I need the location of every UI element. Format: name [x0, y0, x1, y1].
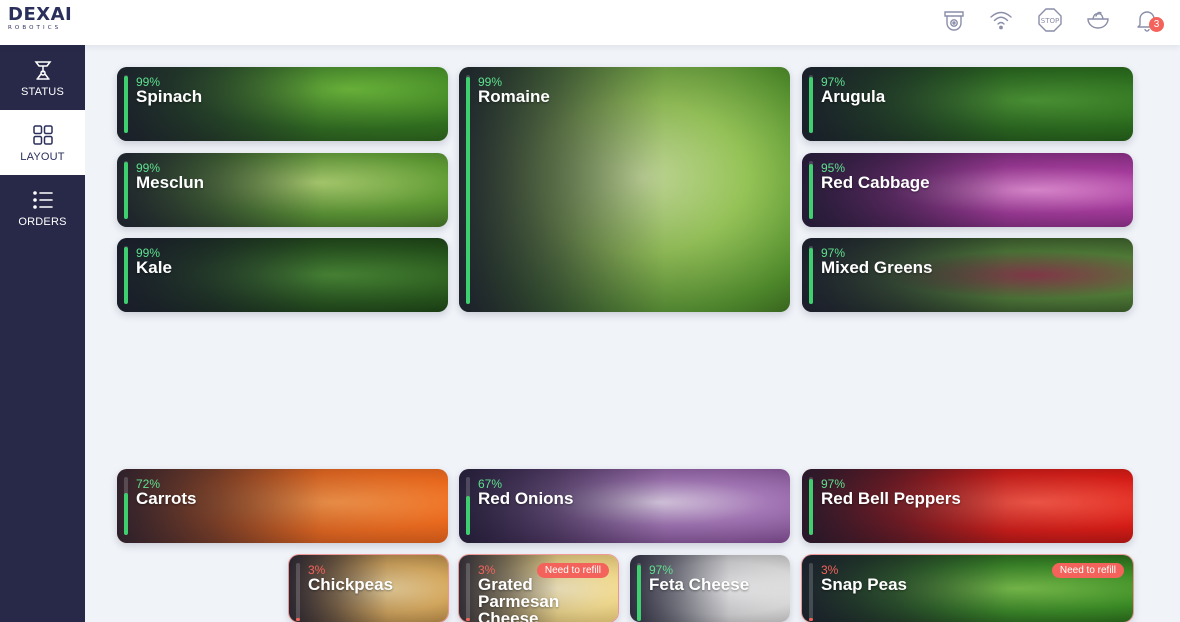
bin-name: Kale	[136, 258, 172, 277]
bell-icon[interactable]: 3	[1134, 7, 1164, 33]
bin-name: Arugula	[821, 87, 886, 106]
fill-level-bar	[124, 246, 128, 304]
fill-level-bar	[296, 563, 300, 621]
bin-name: Chickpeas	[308, 575, 394, 594]
robot-icon[interactable]	[941, 7, 967, 33]
sidebar-item-layout[interactable]: LAYOUT	[0, 110, 85, 175]
notification-badge: 3	[1149, 17, 1164, 32]
bin-mixed-greens[interactable]: 97% Mixed Greens	[802, 238, 1133, 312]
need-refill-badge: Need to refill	[1051, 563, 1124, 578]
fill-level-bar	[466, 75, 470, 304]
bin-name: Mesclun	[136, 173, 205, 192]
bin-chickpeas[interactable]: 3% Chickpeas	[289, 555, 448, 622]
bin-grated-parmesan-cheese[interactable]: 3% Grated Parmesan Cheese Need to refill	[459, 555, 618, 622]
bin-kale[interactable]: 99% Kale	[117, 238, 448, 312]
fill-level-indicator	[809, 618, 813, 621]
fill-level-indicator	[809, 479, 813, 535]
fill-level-indicator	[466, 496, 470, 535]
fill-level-bar	[637, 563, 641, 621]
bin-carrots[interactable]: 72% Carrots	[117, 469, 448, 543]
sidebar-item-label: STATUS	[21, 85, 64, 98]
robot-arm-icon	[34, 60, 51, 80]
fill-level-indicator	[466, 77, 470, 304]
list-icon	[32, 190, 53, 209]
fill-level-indicator	[124, 493, 128, 535]
sidebar: STATUS LAYOUT ORDERS	[0, 45, 85, 622]
fill-level-bar	[809, 75, 813, 133]
sidebar-item-status[interactable]: STATUS	[0, 45, 85, 110]
bin-name: Grated Parmesan Cheese	[478, 575, 560, 622]
bin-red-bell-peppers[interactable]: 97% Red Bell Peppers	[802, 469, 1133, 543]
bin-name: Romaine	[478, 87, 550, 106]
sidebar-item-label: LAYOUT	[20, 150, 65, 163]
bin-feta-cheese[interactable]: 97% Feta Cheese	[630, 555, 790, 622]
bin-snap-peas[interactable]: 3% Snap Peas Need to refill	[802, 555, 1133, 622]
fill-level-bar	[809, 563, 813, 621]
bin-romaine[interactable]: 99% Romaine	[459, 67, 790, 312]
stop-icon[interactable]: STOP	[1037, 7, 1063, 33]
bin-spinach[interactable]: 99% Spinach	[117, 67, 448, 141]
fill-level-bar	[466, 477, 470, 535]
bin-name: Snap Peas	[821, 575, 907, 594]
fill-level-indicator	[124, 76, 128, 133]
grid-icon	[32, 124, 53, 145]
bin-red-cabbage[interactable]: 95% Red Cabbage	[802, 153, 1133, 227]
fill-level-bar	[124, 75, 128, 133]
bin-name: Carrots	[136, 489, 197, 508]
need-refill-badge: Need to refill	[536, 563, 609, 578]
wifi-icon[interactable]	[988, 7, 1014, 33]
stop-label: STOP	[1041, 17, 1059, 25]
fill-level-indicator	[296, 618, 300, 621]
fill-level-indicator	[124, 247, 128, 304]
sidebar-item-orders[interactable]: ORDERS	[0, 175, 85, 240]
fill-level-indicator	[809, 248, 813, 304]
fill-level-bar	[466, 563, 470, 621]
logo-subtitle: ROBOTICS	[8, 25, 62, 31]
bin-name: Red Onions	[478, 489, 574, 508]
dexai-logo: DEXAI ROBOTICS	[8, 5, 78, 35]
bin-name: Mixed Greens	[821, 258, 933, 277]
fill-level-bar	[124, 161, 128, 219]
bin-name: Spinach	[136, 87, 203, 106]
fill-level-bar	[809, 477, 813, 535]
fill-level-indicator	[466, 618, 470, 621]
bin-arugula[interactable]: 97% Arugula	[802, 67, 1133, 141]
logo-wordmark: DEXAI	[8, 4, 73, 25]
fill-level-indicator	[809, 77, 813, 133]
bin-name: Red Bell Peppers	[821, 489, 961, 508]
sidebar-item-label: ORDERS	[18, 215, 67, 228]
bin-name: Feta Cheese	[649, 575, 750, 594]
top-bar: DEXAI ROBOTICS STOP 3	[0, 0, 1180, 45]
fill-level-indicator	[637, 565, 641, 621]
fill-level-bar	[124, 477, 128, 535]
fill-level-indicator	[124, 162, 128, 219]
bin-red-onions[interactable]: 67% Red Onions	[459, 469, 790, 543]
bin-name: Red Cabbage	[821, 173, 930, 192]
bin-mesclun[interactable]: 99% Mesclun	[117, 153, 448, 227]
fill-level-bar	[809, 161, 813, 219]
fill-level-bar	[809, 246, 813, 304]
bowl-icon[interactable]	[1085, 7, 1111, 33]
fill-level-indicator	[809, 164, 813, 219]
